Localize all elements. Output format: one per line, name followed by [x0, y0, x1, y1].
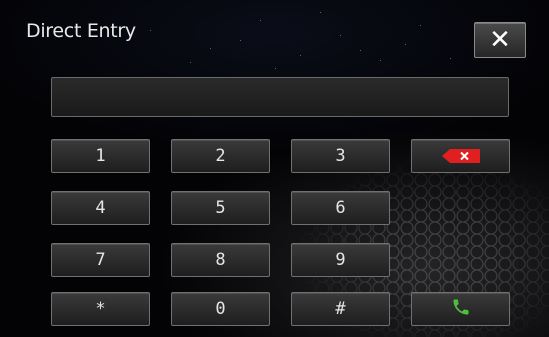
- key-hash[interactable]: #: [291, 292, 390, 326]
- key-label: 0: [215, 299, 226, 319]
- key-7[interactable]: 7: [51, 243, 150, 277]
- key-label: 9: [335, 250, 346, 270]
- key-3[interactable]: 3: [291, 139, 390, 173]
- key-4[interactable]: 4: [51, 191, 150, 225]
- key-star[interactable]: *: [51, 292, 150, 326]
- key-label: 6: [335, 198, 346, 218]
- key-label: 2: [215, 146, 226, 166]
- key-label: 1: [95, 146, 106, 166]
- key-1[interactable]: 1: [51, 139, 150, 173]
- key-5[interactable]: 5: [171, 191, 270, 225]
- key-label: 4: [95, 198, 106, 218]
- key-label: 8: [215, 250, 226, 270]
- key-label: 5: [215, 198, 226, 218]
- key-6[interactable]: 6: [291, 191, 390, 225]
- number-entry-field[interactable]: [51, 77, 509, 117]
- backspace-button[interactable]: [411, 139, 510, 173]
- call-button[interactable]: [411, 292, 510, 326]
- key-label: *: [95, 299, 106, 319]
- key-label: #: [335, 299, 346, 319]
- page-title: Direct Entry: [26, 20, 136, 42]
- key-9[interactable]: 9: [291, 243, 390, 277]
- key-label: 7: [95, 250, 106, 270]
- key-0[interactable]: 0: [171, 292, 270, 326]
- backspace-icon: [441, 149, 480, 163]
- close-icon: ✕: [489, 25, 511, 55]
- direct-entry-screen: Direct Entry ✕ 1 2 3 4 5 6 7 8 9 * 0 #: [0, 0, 549, 337]
- key-8[interactable]: 8: [171, 243, 270, 277]
- phone-call-icon: [451, 297, 471, 322]
- close-button[interactable]: ✕: [474, 22, 526, 58]
- key-label: 3: [335, 146, 346, 166]
- key-2[interactable]: 2: [171, 139, 270, 173]
